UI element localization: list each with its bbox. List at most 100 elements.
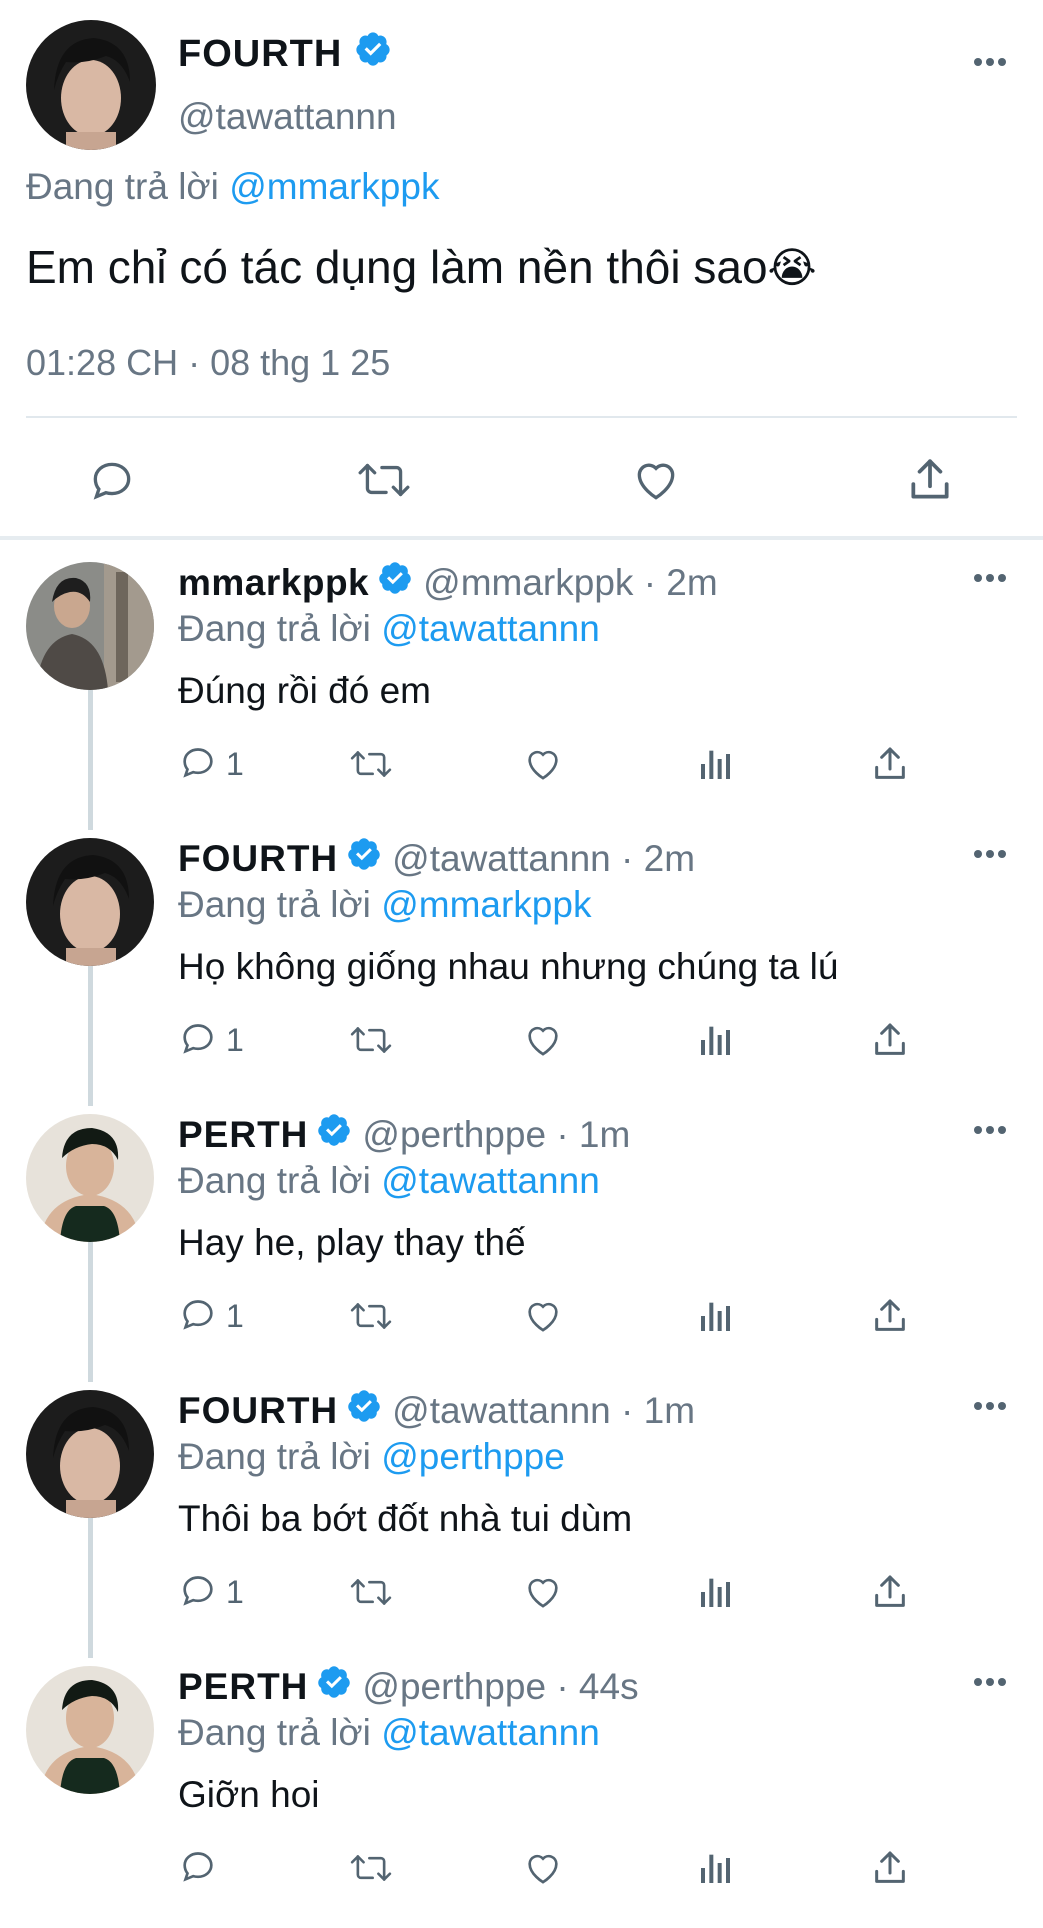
reply-header: mmarkppk @mmarkppk · 2m <box>178 560 718 605</box>
verified-badge-icon <box>316 1112 352 1157</box>
views-icon[interactable] <box>696 1562 736 1622</box>
like-icon[interactable] <box>522 1010 564 1070</box>
reply-action-bar: 1 <box>178 1286 978 1346</box>
reply-header: FOURTH @tawattannn · 2m <box>178 836 695 881</box>
reply-text: Hay he, play thay thế <box>178 1222 526 1263</box>
more-icon[interactable] <box>970 52 1010 72</box>
author-handle[interactable]: @tawattannn <box>392 838 611 880</box>
reply-icon <box>178 1846 218 1891</box>
verified-badge-icon <box>346 1388 382 1433</box>
reply-tweet[interactable]: PERTH @perthppe · 1m Đang trả lời @tawat… <box>0 1100 1043 1376</box>
share-icon[interactable] <box>870 1562 910 1622</box>
author-handle[interactable]: @perthppe <box>362 1114 546 1156</box>
views-icon[interactable] <box>696 734 736 794</box>
share-icon[interactable] <box>870 1286 910 1346</box>
like-icon[interactable] <box>522 1286 564 1346</box>
author-handle[interactable]: @tawattannn <box>178 96 397 138</box>
retweet-icon[interactable] <box>348 1010 394 1070</box>
replying-to-line: Đang trả lời @mmarkppk <box>26 166 440 207</box>
reply-button[interactable]: 1 <box>178 734 244 794</box>
share-icon[interactable] <box>890 440 970 520</box>
more-icon[interactable] <box>970 844 1010 864</box>
share-icon[interactable] <box>870 1010 910 1070</box>
retweet-icon[interactable] <box>348 734 394 794</box>
reply-text: Đúng rồi đó em <box>178 670 431 711</box>
divider <box>26 416 1017 418</box>
reply-tweet[interactable]: PERTH @perthppe · 44s Đang trả lời @tawa… <box>0 1652 1043 1928</box>
reply-count: 1 <box>226 1573 244 1610</box>
author-handle[interactable]: @tawattannn <box>392 1390 611 1432</box>
verified-badge-icon <box>354 30 392 78</box>
replying-to-link[interactable]: @tawattannn <box>381 1160 600 1201</box>
reply-icon <box>178 1018 218 1063</box>
retweet-icon[interactable] <box>348 1286 394 1346</box>
author-name[interactable]: FOURTH <box>178 1390 338 1432</box>
author-name[interactable]: PERTH <box>178 1114 308 1156</box>
relative-time[interactable]: · 2m <box>621 838 695 880</box>
avatar-perth[interactable] <box>26 1666 154 1794</box>
reply-icon <box>178 1294 218 1339</box>
author-name[interactable]: mmarkppk <box>178 562 369 604</box>
retweet-icon[interactable] <box>348 1838 394 1898</box>
reply-text: Thôi ba bớt đốt nhà tui dùm <box>178 1498 633 1539</box>
reply-count: 1 <box>226 1297 244 1334</box>
like-icon[interactable] <box>522 1562 564 1622</box>
author-handle[interactable]: @perthppe <box>362 1666 546 1708</box>
relative-time[interactable]: · 2m <box>644 562 718 604</box>
like-icon[interactable] <box>616 440 696 520</box>
views-icon[interactable] <box>696 1838 736 1898</box>
reply-action-bar <box>178 1838 978 1898</box>
avatar-fourth[interactable] <box>26 1390 154 1518</box>
more-icon[interactable] <box>970 1672 1010 1692</box>
relative-time[interactable]: · 44s <box>556 1666 638 1708</box>
reply-header: PERTH @perthppe · 44s <box>178 1664 639 1709</box>
avatar-fourth[interactable] <box>26 838 154 966</box>
author-handle[interactable]: @mmarkppk <box>423 562 633 604</box>
replying-to-link[interactable]: @tawattannn <box>381 608 600 649</box>
more-icon[interactable] <box>970 1120 1010 1140</box>
share-icon[interactable] <box>870 734 910 794</box>
reply-action-bar: 1 <box>178 1010 978 1070</box>
tweet-timestamp[interactable]: 01:28 CH · 08 thg 1 25 <box>26 342 390 384</box>
replying-to-line: Đang trả lời @mmarkppk <box>178 884 592 925</box>
avatar-fourth-main[interactable] <box>26 20 156 150</box>
reply-button[interactable] <box>178 1838 226 1898</box>
avatar-perth[interactable] <box>26 1114 154 1242</box>
more-icon[interactable] <box>970 568 1010 588</box>
reply-button[interactable]: 1 <box>178 1010 244 1070</box>
like-icon[interactable] <box>522 1838 564 1898</box>
verified-badge-icon <box>346 836 382 881</box>
reply-button[interactable]: 1 <box>178 1286 244 1346</box>
author-name[interactable]: FOURTH <box>178 838 338 880</box>
views-icon[interactable] <box>696 1010 736 1070</box>
reply-button[interactable]: 1 <box>178 1562 244 1622</box>
replying-to-link[interactable]: @mmarkppk <box>381 884 591 925</box>
relative-time[interactable]: · 1m <box>621 1390 695 1432</box>
verified-badge-icon <box>316 1664 352 1709</box>
replying-to-link[interactable]: @mmarkppk <box>229 166 439 207</box>
retweet-icon[interactable] <box>348 1562 394 1622</box>
author-name[interactable]: PERTH <box>178 1666 308 1708</box>
reply-text: Giỡn hoi <box>178 1774 320 1815</box>
retweet-icon[interactable] <box>344 440 424 520</box>
main-action-bar <box>0 440 1043 520</box>
more-icon[interactable] <box>970 1396 1010 1416</box>
replying-to-link[interactable]: @perthppe <box>381 1436 565 1477</box>
avatar-mmarkppk[interactable] <box>26 562 154 690</box>
reply-action-bar: 1 <box>178 1562 978 1622</box>
reply-text: Họ không giống nhau nhưng chúng ta lú <box>178 946 839 987</box>
reply-icon <box>178 1570 218 1615</box>
author-name[interactable]: FOURTH <box>178 30 392 78</box>
relative-time[interactable]: · 1m <box>556 1114 630 1156</box>
reply-icon[interactable] <box>72 440 152 520</box>
views-icon[interactable] <box>696 1286 736 1346</box>
reply-tweet[interactable]: FOURTH @tawattannn · 2m Đang trả lời @mm… <box>0 824 1043 1100</box>
verified-badge-icon <box>377 560 413 605</box>
replying-to-link[interactable]: @tawattannn <box>381 1712 600 1753</box>
like-icon[interactable] <box>522 734 564 794</box>
reply-tweet[interactable]: mmarkppk @mmarkppk · 2m Đang trả lời @ta… <box>0 548 1043 824</box>
reply-tweet[interactable]: FOURTH @tawattannn · 1m Đang trả lời @pe… <box>0 1376 1043 1652</box>
tweet-text: Em chỉ có tác dụng làm nền thôi sao 😭 <box>26 241 817 293</box>
share-icon[interactable] <box>870 1838 910 1898</box>
replying-to-line: Đang trả lời @tawattannn <box>178 608 600 649</box>
